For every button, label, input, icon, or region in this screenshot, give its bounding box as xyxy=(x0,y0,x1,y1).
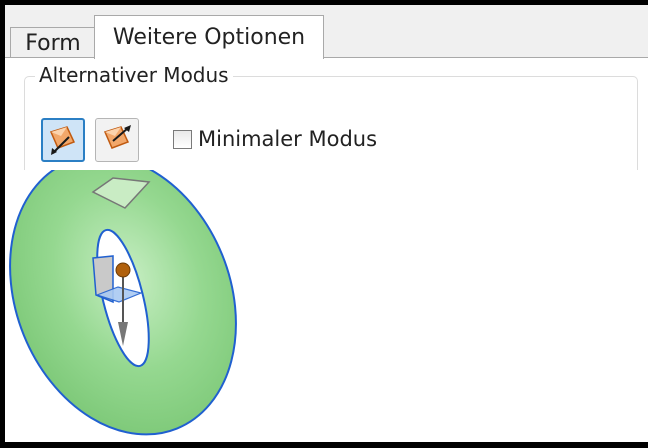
model-viewport[interactable] xyxy=(5,154,648,442)
tab-weitere-optionen[interactable]: Weitere Optionen xyxy=(94,15,324,59)
minimal-mode-option[interactable]: Minimaler Modus xyxy=(173,127,377,151)
minimal-mode-label: Minimaler Modus xyxy=(198,127,378,151)
group-title: Alternativer Modus xyxy=(35,63,233,87)
tab-content: Alternativer Modus Minimaler Modus xyxy=(5,58,648,186)
flip-normal-icon xyxy=(49,126,76,155)
flip-normal-button[interactable] xyxy=(41,118,85,162)
flip-reverse-button[interactable] xyxy=(95,118,139,162)
flip-reverse-icon xyxy=(103,125,131,149)
minimal-mode-checkbox[interactable] xyxy=(173,129,192,149)
tab-form[interactable]: Form xyxy=(10,27,96,58)
options-panel: Form Weitere Optionen Alternativer Modus xyxy=(5,5,648,186)
axis-origin-dot[interactable] xyxy=(115,262,131,278)
tab-strip: Form Weitere Optionen xyxy=(5,5,648,59)
tab-weitere-optionen-label: Weitere Optionen xyxy=(112,25,306,50)
window-frame-bottom xyxy=(0,442,648,448)
tab-form-label: Form xyxy=(25,30,81,56)
torus-model xyxy=(9,154,237,436)
